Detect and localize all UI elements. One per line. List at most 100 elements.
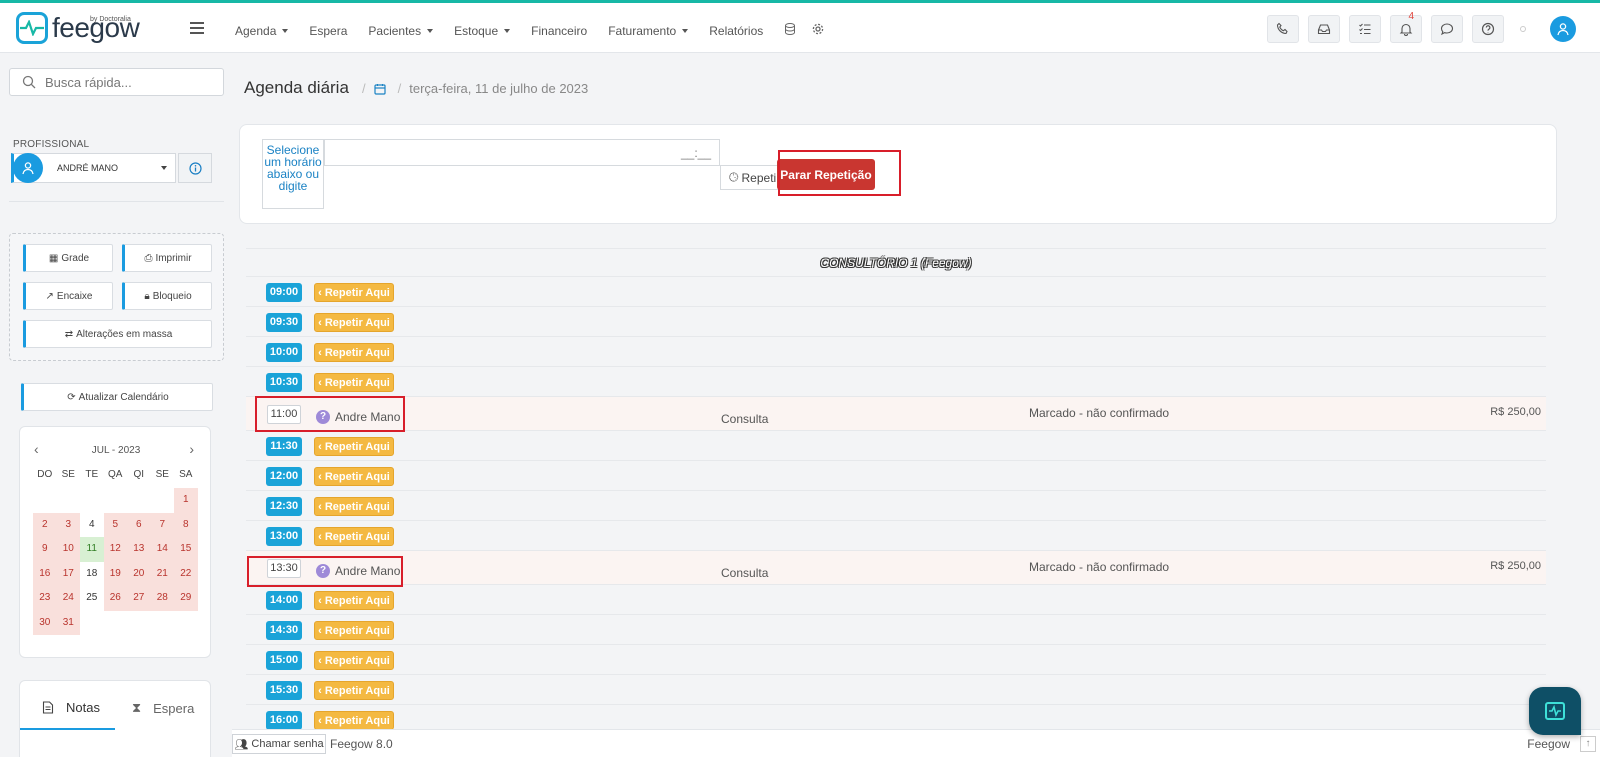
- notifications-button[interactable]: 4: [1390, 11, 1422, 43]
- calendar-day[interactable]: 18: [80, 561, 104, 586]
- menu-item-pacientes[interactable]: Pacientes: [368, 24, 434, 38]
- encaixe-button[interactable]: ↗ Encaixe: [23, 282, 113, 310]
- time-input[interactable]: __:__: [324, 139, 720, 166]
- time-slot-row[interactable]: 15:30 ‹ Repetir Aqui: [246, 675, 1546, 705]
- professional-info-button[interactable]: [178, 153, 212, 183]
- quick-search-input[interactable]: Busca rápida...: [9, 68, 224, 96]
- repeat-here-button[interactable]: ‹ Repetir Aqui: [314, 313, 394, 332]
- time-slot-row[interactable]: 10:30 ‹ Repetir Aqui: [246, 367, 1546, 397]
- time-slot-label[interactable]: 11:30: [266, 437, 302, 456]
- calendar-day[interactable]: 26: [103, 586, 127, 611]
- professional-select[interactable]: ANDRÉ MANO: [11, 153, 176, 183]
- calendar-day[interactable]: 5: [103, 512, 127, 537]
- calendar-next-button[interactable]: ›: [189, 441, 194, 457]
- time-slot-row[interactable]: 15:00 ‹ Repetir Aqui: [246, 645, 1546, 675]
- calendar-day[interactable]: 22: [174, 561, 198, 586]
- time-slot-row[interactable]: 12:00 ‹ Repetir Aqui: [246, 461, 1546, 491]
- repeat-here-button[interactable]: ‹ Repetir Aqui: [314, 591, 394, 610]
- time-slot-row[interactable]: 14:00 ‹ Repetir Aqui: [246, 585, 1546, 615]
- time-slot-label[interactable]: 09:30: [266, 313, 302, 332]
- calendar-day-today[interactable]: 11: [80, 537, 104, 562]
- refresh-calendar-button[interactable]: ⟳ Atualizar Calendário: [21, 383, 213, 411]
- gear-icon[interactable]: [812, 23, 824, 38]
- calendar-day[interactable]: 7: [150, 512, 174, 537]
- repeat-here-button[interactable]: ‹ Repetir Aqui: [314, 621, 394, 640]
- time-slot-label[interactable]: 10:00: [266, 343, 302, 362]
- time-slot-label[interactable]: 09:00: [266, 283, 302, 302]
- time-slot-row[interactable]: 10:00 ‹ Repetir Aqui: [246, 337, 1546, 367]
- time-slot-label[interactable]: 15:30: [266, 681, 302, 700]
- floating-assistant-button[interactable]: [1529, 687, 1581, 735]
- time-slot-row[interactable]: 12:30 ‹ Repetir Aqui: [246, 491, 1546, 521]
- calendar-day[interactable]: 15: [174, 537, 198, 562]
- repeat-here-button[interactable]: ‹ Repetir Aqui: [314, 437, 394, 456]
- repeat-here-button[interactable]: ‹ Repetir Aqui: [314, 467, 394, 486]
- appointment-row[interactable]: 11:00? Andre Mano Consulta Marcado - não co…: [246, 397, 1546, 431]
- calendar-day[interactable]: 20: [127, 561, 151, 586]
- tab-espera[interactable]: ⧗ Espera: [132, 700, 194, 716]
- time-slot-row[interactable]: 11:30 ‹ Repetir Aqui: [246, 431, 1546, 461]
- calendar-icon[interactable]: [374, 83, 386, 95]
- calendar-day[interactable]: 25: [80, 586, 104, 611]
- time-slot-label[interactable]: 10:30: [266, 373, 302, 392]
- menu-item-relatorios[interactable]: Relatórios: [709, 24, 763, 38]
- tasks-button[interactable]: [1349, 15, 1381, 43]
- calendar-day[interactable]: 30: [33, 610, 57, 635]
- scroll-top-button[interactable]: ↑: [1580, 736, 1596, 752]
- repeat-here-button[interactable]: ‹ Repetir Aqui: [314, 283, 394, 302]
- time-slot-label[interactable]: 14:00: [266, 591, 302, 610]
- time-slot-label[interactable]: 15:00: [266, 651, 302, 670]
- print-button[interactable]: ⎙ Imprimir: [122, 244, 212, 272]
- calendar-day[interactable]: 17: [56, 561, 80, 586]
- calendar-day[interactable]: 31: [56, 610, 80, 635]
- hamburger-menu-icon[interactable]: [190, 22, 204, 37]
- chat-button[interactable]: [1431, 15, 1463, 43]
- time-slot-row[interactable]: 09:30 ‹ Repetir Aqui: [246, 307, 1546, 337]
- calendar-day[interactable]: 23: [33, 586, 57, 611]
- calendar-day[interactable]: 24: [56, 586, 80, 611]
- repeat-here-button[interactable]: ‹ Repetir Aqui: [314, 527, 394, 546]
- calendar-day[interactable]: 1: [174, 488, 198, 513]
- time-slot-row[interactable]: 14:30 ‹ Repetir Aqui: [246, 615, 1546, 645]
- block-button[interactable]: 🔒︎ Bloqueio: [122, 282, 212, 310]
- menu-item-faturamento[interactable]: Faturamento: [608, 24, 689, 38]
- calendar-day[interactable]: 16: [33, 561, 57, 586]
- menu-item-financeiro[interactable]: Financeiro: [531, 24, 587, 38]
- time-slot-label[interactable]: 13:00: [266, 527, 302, 546]
- calendar-day[interactable]: 13: [127, 537, 151, 562]
- menu-item-espera[interactable]: Espera: [309, 24, 347, 38]
- calendar-day[interactable]: 29: [174, 586, 198, 611]
- repeat-here-button[interactable]: ‹ Repetir Aqui: [314, 343, 394, 362]
- calendar-day[interactable]: 28: [150, 586, 174, 611]
- repeat-here-button[interactable]: ‹ Repetir Aqui: [314, 681, 394, 700]
- repeat-here-button[interactable]: ‹ Repetir Aqui: [314, 651, 394, 670]
- calendar-day[interactable]: 2: [33, 512, 57, 537]
- calendar-day[interactable]: 21: [150, 561, 174, 586]
- appointment-row[interactable]: 13:30? Andre Mano Consulta Marcado - não co…: [246, 551, 1546, 585]
- time-slot-row[interactable]: 13:00 ‹ Repetir Aqui: [246, 521, 1546, 551]
- phone-button[interactable]: [1267, 15, 1299, 43]
- menu-item-estoque[interactable]: Estoque: [454, 24, 511, 38]
- tab-notas[interactable]: Notas: [42, 700, 100, 715]
- logo[interactable]: feegow by Doctoralia: [16, 12, 140, 44]
- time-slot-label[interactable]: 12:30: [266, 497, 302, 516]
- repeat-here-button[interactable]: ‹ Repetir Aqui: [314, 373, 394, 392]
- time-slot-row[interactable]: 09:00 ‹ Repetir Aqui: [246, 277, 1546, 307]
- calendar-day[interactable]: 10: [56, 537, 80, 562]
- calendar-day[interactable]: 3: [56, 512, 80, 537]
- inbox-button[interactable]: [1308, 15, 1340, 43]
- calendar-day[interactable]: 8: [174, 512, 198, 537]
- calendar-day[interactable]: 27: [127, 586, 151, 611]
- calendar-day[interactable]: 14: [150, 537, 174, 562]
- time-slot-label[interactable]: 14:30: [266, 621, 302, 640]
- time-slot-label[interactable]: 12:00: [266, 467, 302, 486]
- calendar-day[interactable]: 6: [127, 512, 151, 537]
- calendar-day[interactable]: 9: [33, 537, 57, 562]
- time-slot-label[interactable]: 16:00: [266, 711, 302, 730]
- user-avatar[interactable]: [1550, 16, 1576, 42]
- menu-item-agenda[interactable]: Agenda: [235, 24, 289, 38]
- help-button[interactable]: [1472, 15, 1504, 43]
- repeat-here-button[interactable]: ‹ Repetir Aqui: [314, 711, 394, 730]
- bulk-changes-button[interactable]: ⇄ Alterações em massa: [23, 320, 212, 348]
- grade-button[interactable]: ▦ Grade: [23, 244, 113, 272]
